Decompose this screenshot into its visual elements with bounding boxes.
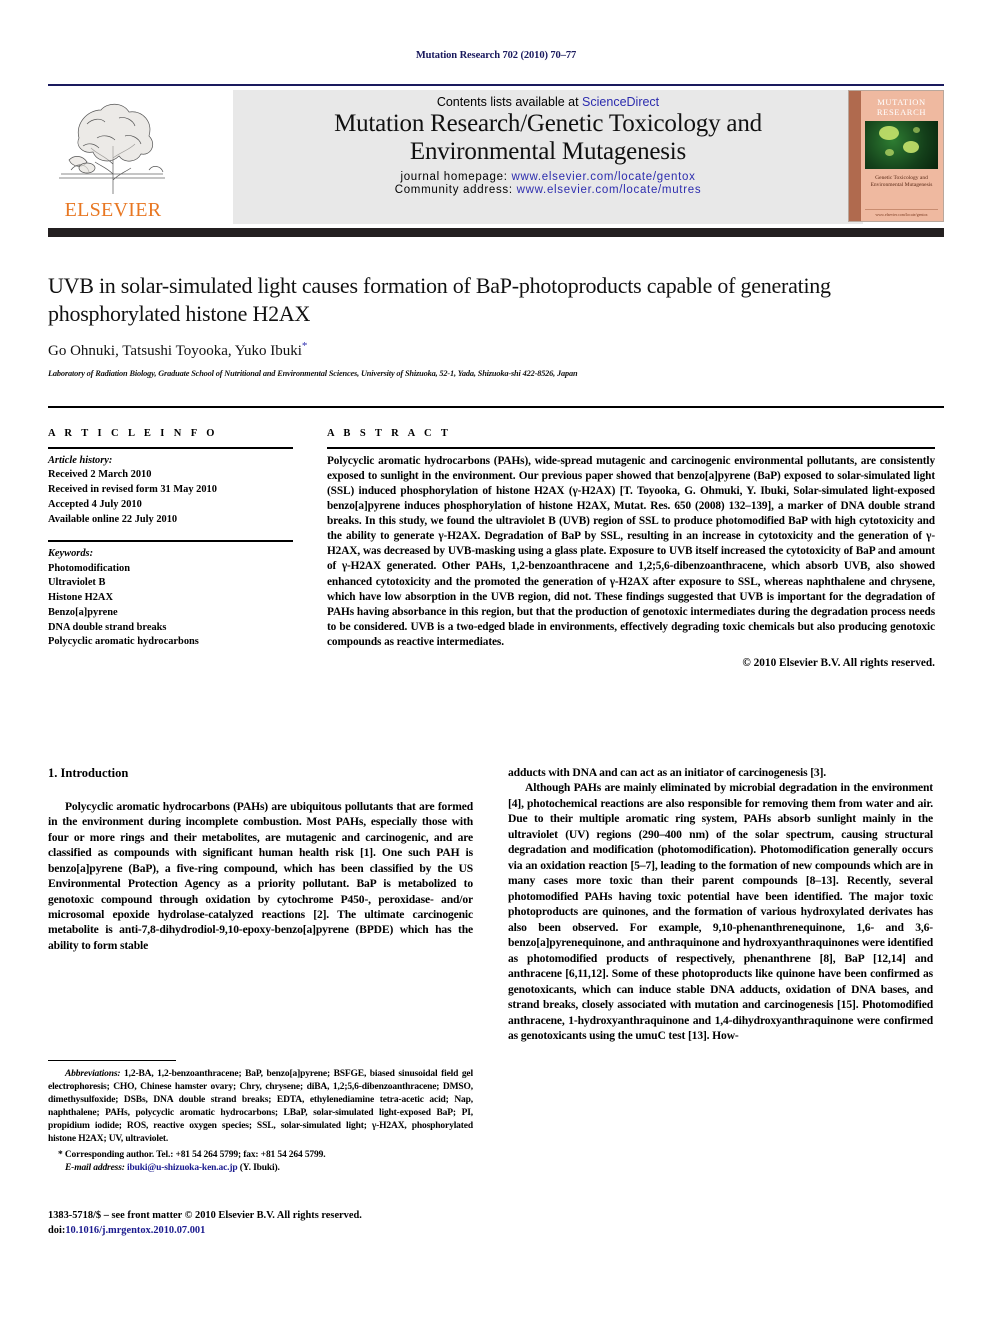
elsevier-logo: ELSEVIER xyxy=(53,94,171,222)
cover-subtitle-line-1: Genetic Toxicology and xyxy=(875,175,928,181)
email-suffix: (Y. Ibuki). xyxy=(239,1163,280,1174)
journal-header-block: Contents lists available at ScienceDirec… xyxy=(233,90,863,224)
cover-subtitle-line-2: Environmental Mutagenesis xyxy=(870,181,933,188)
keywords-list: Keywords: Photomodification Ultraviolet … xyxy=(48,547,293,650)
keywords-label: Keywords: xyxy=(48,547,94,559)
cover-subtitle: Genetic Toxicology and Environmental Mut… xyxy=(864,175,939,189)
keyword-item: Polycyclic aromatic hydrocarbons xyxy=(48,636,199,648)
keyword-item: DNA double strand breaks xyxy=(48,621,167,633)
article-history: Article history: Received 2 March 2010 R… xyxy=(48,454,293,528)
journal-homepage-line: journal homepage: www.elsevier.com/locat… xyxy=(400,171,695,183)
abbreviations-label: Abbreviations: xyxy=(65,1069,121,1079)
abstract-column: A B S T R A C T Polycyclic aromatic hydr… xyxy=(327,428,935,669)
email-label: E-mail address: xyxy=(65,1163,125,1174)
section-heading-introduction: 1. Introduction xyxy=(48,766,129,780)
keywords-rule xyxy=(48,540,293,542)
abbreviations-text: 1,2-BA, 1,2-benzoanthracene; BaP, benzo[… xyxy=(48,1069,473,1144)
elsevier-tree-icon xyxy=(59,103,165,194)
intro-paragraph-1: Polycyclic aromatic hydrocarbons (PAHs) … xyxy=(48,799,473,952)
keyword-item: Photomodification xyxy=(48,562,130,574)
community-address-line: Community address: www.elsevier.com/loca… xyxy=(395,184,702,196)
page-title: UVB in solar-simulated light causes form… xyxy=(48,273,831,326)
sciencedirect-link[interactable]: ScienceDirect xyxy=(582,95,659,109)
footnotes-block: Abbreviations: 1,2-BA, 1,2-benzoanthrace… xyxy=(48,1068,473,1175)
footnote-separator-rule xyxy=(48,1060,176,1062)
running-head: Mutation Research 702 (2010) 70–77 xyxy=(415,50,577,61)
info-abstract-top-rule xyxy=(48,406,944,408)
body-right-column: adducts with DNA and can act as an initi… xyxy=(508,765,933,1043)
keyword-item: Ultraviolet B xyxy=(48,577,106,589)
intro-paragraph-continued: adducts with DNA and can act as an initi… xyxy=(508,766,827,779)
author-list: Go Ohnuki, Tatsushi Toyooka, Yuko Ibuki* xyxy=(48,340,908,360)
header-top-rule xyxy=(48,84,944,86)
keyword-item: Histone H2AX xyxy=(48,592,113,604)
cover-spine xyxy=(849,91,861,221)
abstract-copyright: © 2010 Elsevier B.V. All rights reserved… xyxy=(742,657,935,670)
issn-copyright-line: 1383-5718/$ – see front matter © 2010 El… xyxy=(48,1210,362,1221)
contents-available-line: Contents lists available at ScienceDirec… xyxy=(437,95,659,109)
abstract-heading: A B S T R A C T xyxy=(327,428,452,439)
article-history-label: Article history: xyxy=(48,454,113,466)
doi-link[interactable]: 10.1016/j.mrgentox.2010.07.001 xyxy=(65,1225,205,1236)
corresponding-author-note: * Corresponding author. Tel.: +81 54 264… xyxy=(58,1150,326,1161)
keyword-item: Benzo[a]pyrene xyxy=(48,606,118,618)
history-item: Received in revised form 31 May 2010 xyxy=(48,484,217,496)
page-footer: 1383-5718/$ – see front matter © 2010 El… xyxy=(48,1208,508,1238)
elsevier-wordmark: ELSEVIER xyxy=(64,199,162,221)
history-item: Accepted 4 July 2010 xyxy=(48,498,142,510)
community-label: Community address: xyxy=(394,184,513,196)
cover-microscopy-image xyxy=(865,121,938,169)
article-info-heading: A R T I C L E I N F O xyxy=(48,428,218,439)
journal-title-line-2: Environmental Mutagenesis xyxy=(409,138,687,165)
journal-article-page: Mutation Research 702 (2010) 70–77 ELSEV… xyxy=(0,0,992,1323)
journal-cover-thumbnail: MUTATION RESEARCH Genetic Toxicology and… xyxy=(848,90,944,222)
email-link[interactable]: ibuki@u-shizuoka-ken.ac.jp xyxy=(127,1163,238,1173)
corresponding-author-marker: * xyxy=(301,340,308,352)
community-link[interactable]: www.elsevier.com/locate/mutres xyxy=(517,184,702,196)
journal-title-line-1: Mutation Research/Genetic Toxicology and xyxy=(334,110,762,137)
keywords-block: Keywords: Photomodification Ultraviolet … xyxy=(48,540,293,650)
journal-masthead: ELSEVIER Contents lists available at Sci… xyxy=(48,90,944,224)
journal-title: Mutation Research/Genetic Toxicology and… xyxy=(334,110,762,166)
article-info-column: A R T I C L E I N F O Article history: R… xyxy=(48,428,293,650)
author-names: Go Ohnuki, Tatsushi Toyooka, Yuko Ibuki xyxy=(48,343,302,359)
homepage-link[interactable]: www.elsevier.com/locate/gentox xyxy=(512,171,696,183)
cover-title-line-2: RESEARCH xyxy=(876,106,927,117)
homepage-label: journal homepage: xyxy=(400,171,508,183)
email-note: E-mail address: ibuki@u-shizuoka-ken.ac.… xyxy=(48,1162,473,1175)
history-item: Available online 22 July 2010 xyxy=(48,513,178,525)
intro-paragraph-2: Although PAHs are mainly eliminated by m… xyxy=(508,781,933,1042)
doi-line: doi:10.1016/j.mrgentox.2010.07.001 xyxy=(48,1223,508,1238)
body-left-column: 1. Introduction Polycyclic aromatic hydr… xyxy=(48,765,473,953)
abstract-rule xyxy=(327,447,935,449)
doi-prefix: doi: xyxy=(48,1225,66,1237)
article-info-rule xyxy=(48,447,293,449)
cover-title: MUTATION RESEARCH xyxy=(865,97,938,117)
affiliation: Laboratory of Radiation Biology, Graduat… xyxy=(48,369,578,378)
cover-footer-url: www.elsevier.com/locate/gentox xyxy=(865,209,938,217)
header-bottom-rule xyxy=(48,228,944,237)
contents-prefix: Contents lists available at xyxy=(436,95,583,109)
history-item: Received 2 March 2010 xyxy=(48,469,152,481)
abstract-text: Polycyclic aromatic hydrocarbons (PAHs),… xyxy=(327,454,935,649)
